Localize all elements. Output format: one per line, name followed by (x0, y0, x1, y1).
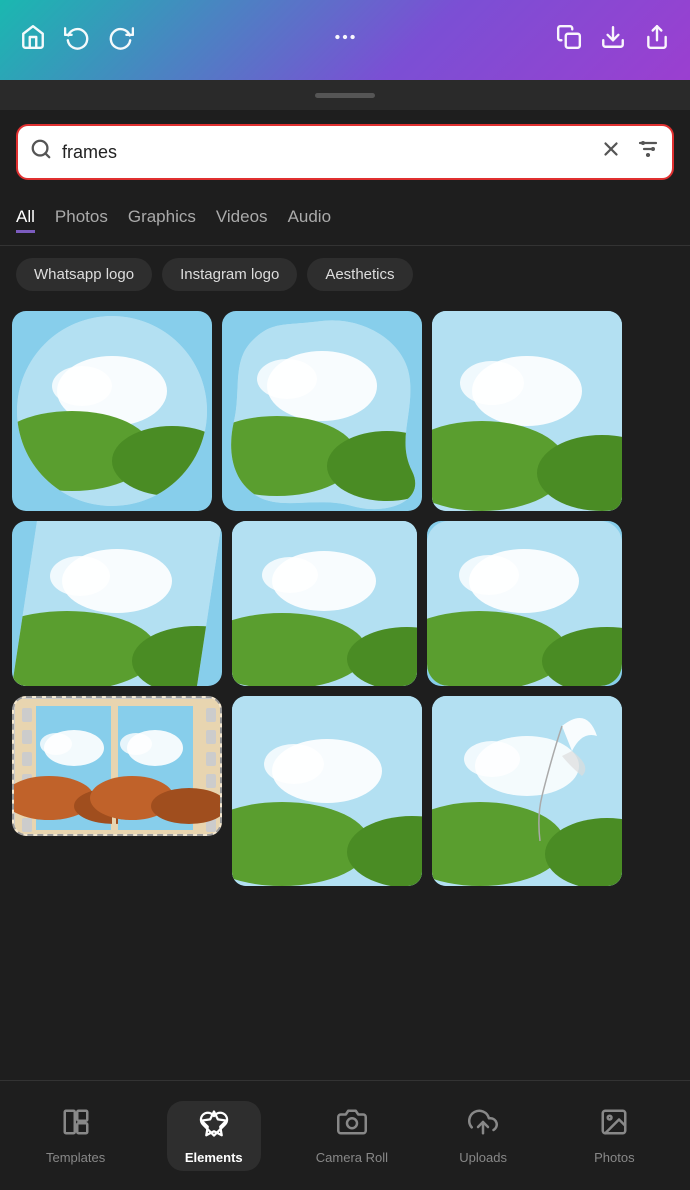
tabs-row: All Photos Graphics Videos Audio (0, 194, 690, 246)
elements-active-bg: Elements (167, 1101, 261, 1171)
redo-icon[interactable] (108, 24, 134, 56)
tab-all[interactable]: All (16, 207, 35, 233)
more-icon[interactable] (332, 24, 358, 56)
bottom-nav: Templates Elements Cam (0, 1080, 690, 1190)
chips-row: Whatsapp logo Instagram logo Aesthetics (0, 246, 690, 303)
chip-whatsapp[interactable]: Whatsapp logo (16, 258, 152, 291)
grid-row-2 (12, 521, 678, 686)
search-icon (30, 138, 52, 166)
photos-icon (599, 1107, 629, 1144)
grid-row-3 (12, 696, 678, 886)
photos-label: Photos (594, 1150, 634, 1165)
drag-handle (0, 80, 690, 110)
grid-row-1 (12, 311, 678, 511)
share-icon[interactable] (644, 24, 670, 56)
nav-item-elements[interactable]: Elements (167, 1101, 261, 1171)
undo-icon[interactable] (64, 24, 90, 56)
tab-audio[interactable]: Audio (288, 207, 331, 233)
nav-item-photos[interactable]: Photos (574, 1107, 654, 1165)
grid-area (0, 303, 690, 1080)
templates-label: Templates (46, 1150, 105, 1165)
top-bar-center (332, 24, 358, 56)
nav-item-templates[interactable]: Templates (36, 1107, 116, 1165)
frame-portrait[interactable] (232, 696, 422, 886)
top-bar (0, 0, 690, 80)
camera-icon (337, 1107, 367, 1144)
search-container (0, 110, 690, 194)
elements-icon (199, 1109, 229, 1146)
home-icon[interactable] (20, 24, 46, 56)
nav-item-uploads[interactable]: Uploads (443, 1107, 523, 1165)
frame-abstract[interactable] (432, 696, 622, 886)
chip-instagram[interactable]: Instagram logo (162, 258, 297, 291)
tab-photos[interactable]: Photos (55, 207, 108, 233)
camera-label: Camera Roll (316, 1150, 388, 1165)
clear-search-button[interactable] (600, 138, 622, 166)
uploads-label: Uploads (459, 1150, 507, 1165)
main-panel: All Photos Graphics Videos Audio Whatsap… (0, 110, 690, 1190)
search-input[interactable] (62, 142, 590, 163)
top-bar-left (20, 24, 134, 56)
copy-icon[interactable] (556, 24, 582, 56)
elements-label: Elements (185, 1150, 243, 1165)
tab-graphics[interactable]: Graphics (128, 207, 196, 233)
frame-circle[interactable] (12, 311, 212, 511)
frame-rounded[interactable] (427, 521, 622, 686)
uploads-icon (468, 1107, 498, 1144)
download-icon[interactable] (600, 24, 626, 56)
filter-icon[interactable] (636, 137, 660, 167)
frame-square[interactable] (232, 521, 417, 686)
templates-icon (61, 1107, 91, 1144)
top-bar-right (556, 24, 670, 56)
frame-blob[interactable] (222, 311, 422, 511)
frame-panoramic[interactable] (12, 696, 222, 836)
tab-videos[interactable]: Videos (216, 207, 268, 233)
frame-rect-1[interactable] (432, 311, 622, 511)
search-box (16, 124, 674, 180)
frame-skewed[interactable] (12, 521, 222, 686)
chip-aesthetics[interactable]: Aesthetics (307, 258, 412, 291)
nav-item-camera[interactable]: Camera Roll (312, 1107, 392, 1165)
